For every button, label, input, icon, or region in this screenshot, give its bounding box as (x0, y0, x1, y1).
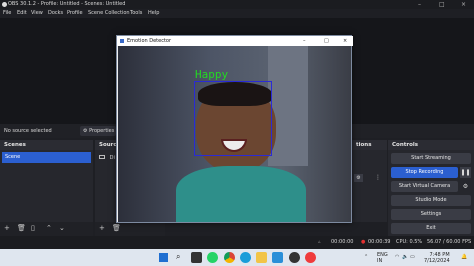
dialog-minimize-icon[interactable]: – (303, 36, 306, 46)
controls-header: Controls (388, 140, 474, 150)
move-down-icon[interactable]: ⌄ (59, 224, 65, 232)
minimize-icon[interactable]: – (418, 0, 421, 9)
properties-button[interactable]: ⚙ Properties (80, 126, 116, 136)
settings-button[interactable]: Settings (391, 209, 471, 220)
close-icon[interactable]: × (461, 0, 466, 9)
virtual-camera-gear-icon[interactable]: ⚙ (460, 181, 471, 192)
emotion-detector-window[interactable]: Emotion Detector – □ × Happy (116, 35, 353, 223)
app-icon (120, 39, 124, 43)
remove-scene-icon[interactable]: 🗑 (17, 224, 26, 232)
record-dot-icon: ● (361, 239, 366, 245)
menu-profile[interactable]: Profile (67, 9, 83, 18)
notification-icon[interactable]: 🔔 (461, 249, 467, 266)
whatsapp-icon[interactable] (207, 252, 218, 263)
menu-scene-collection[interactable]: Scene Collection (88, 9, 130, 18)
scenes-toolbar: + 🗑 ▯ ⌃ ⌄ (0, 222, 93, 236)
pause-icon[interactable]: ❚❚ (460, 167, 471, 178)
transition-more-icon[interactable]: ⋮ (375, 174, 381, 181)
windows-taskbar: ⌕ ⌃ ENG IN ◠ 🔈 ▭ 7:48 PM 7/12/2024 🔔 (0, 249, 474, 266)
vscode-icon[interactable] (272, 252, 283, 263)
menu-docks[interactable]: Docks (48, 9, 63, 18)
battery-icon[interactable]: ▭ (410, 249, 415, 266)
stream-time: 00:00:00 (331, 239, 354, 245)
exit-button[interactable]: Exit (391, 223, 471, 234)
fps-readout: 56.07 / 60.00 FPS (427, 239, 472, 245)
wifi-icon[interactable]: ◠ (395, 249, 399, 266)
face-detection-box (194, 81, 272, 156)
start-streaming-button[interactable]: Start Streaming (391, 153, 471, 164)
menu-edit[interactable]: Edit (17, 9, 27, 18)
studio-mode-button[interactable]: Studio Mode (391, 195, 471, 206)
obs-title-bar: OBS 30.1.2 - Profile: Untitled - Scenes:… (0, 0, 474, 9)
filter-scene-icon[interactable]: ▯ (31, 224, 35, 232)
display-icon (99, 155, 105, 159)
controls-panel: Controls Start Streaming Stop Recording … (388, 140, 474, 236)
add-scene-icon[interactable]: + (4, 224, 10, 232)
obs-logo-icon (2, 2, 7, 7)
cpu-usage: CPU: 0.5% (396, 239, 423, 245)
add-source-icon[interactable]: + (99, 224, 105, 232)
dialog-close-icon[interactable]: × (343, 36, 347, 46)
obs-taskbar-icon[interactable] (289, 252, 300, 263)
transitions-header: tions (352, 140, 387, 150)
door-panel (268, 46, 308, 166)
webcam-feed: Happy (118, 46, 351, 222)
search-icon[interactable]: ⌕ (176, 252, 187, 263)
window-title: OBS 30.1.2 - Profile: Untitled - Scenes:… (8, 1, 126, 7)
status-bar: ▵ 00:00:00 ● 00:00:39 CPU: 0.5% 56.07 / … (0, 236, 474, 249)
scenes-header: Scenes (0, 140, 93, 150)
python-app-icon[interactable] (305, 252, 316, 263)
clock[interactable]: 7:48 PM 7/12/2024 (424, 252, 450, 264)
emotion-label: Happy (195, 68, 229, 81)
menu-view[interactable]: View (31, 9, 43, 18)
no-source-label: No source selected (4, 128, 52, 134)
maximize-icon[interactable]: □ (439, 0, 445, 9)
edge-icon[interactable] (240, 252, 251, 263)
task-view-icon[interactable] (191, 252, 202, 263)
stop-recording-button[interactable]: Stop Recording (391, 167, 458, 178)
dialog-maximize-icon[interactable]: □ (324, 36, 329, 46)
scenes-panel: Scenes Scene (0, 140, 93, 222)
start-icon[interactable] (159, 253, 168, 262)
language-indicator[interactable]: ENG IN (377, 252, 388, 264)
transition-gear-icon[interactable]: ⚙ (354, 174, 363, 182)
tray-chevron-icon[interactable]: ⌃ (364, 249, 368, 266)
transitions-panel: tions ⚙ ⋮ (352, 140, 387, 222)
volume-icon[interactable]: 🔈 (402, 249, 408, 266)
gear-icon: ⚙ (83, 128, 88, 134)
file-explorer-icon[interactable] (256, 252, 267, 263)
child-shirt (176, 166, 306, 222)
record-time: 00:00:39 (368, 239, 391, 245)
scene-list-item[interactable]: Scene (2, 152, 91, 163)
move-up-icon[interactable]: ⌃ (46, 224, 52, 232)
sources-toolbar: + 🗑 (95, 222, 165, 236)
menu-help[interactable]: Help (148, 9, 159, 18)
dialog-title: Emotion Detector (127, 38, 172, 44)
remove-source-icon[interactable]: 🗑 (112, 224, 121, 232)
chrome-icon[interactable] (224, 252, 235, 263)
stream-icon: ▵ (318, 239, 321, 245)
dialog-title-bar: Emotion Detector – □ × (117, 36, 353, 46)
menu-tools[interactable]: Tools (130, 9, 142, 18)
start-virtual-camera-button[interactable]: Start Virtual Camera (391, 181, 458, 192)
menu-bar: File Edit View Docks Profile Scene Colle… (0, 9, 474, 18)
menu-file[interactable]: File (3, 9, 11, 18)
